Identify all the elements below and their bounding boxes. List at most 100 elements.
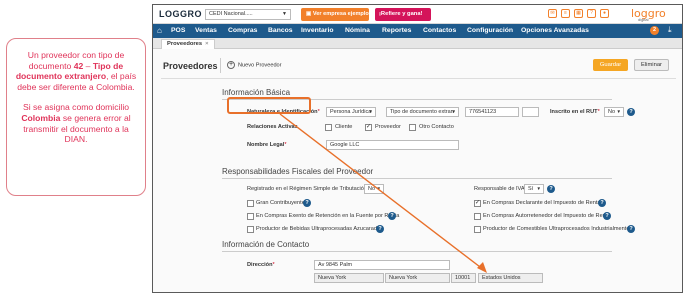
help-icon[interactable]: ? xyxy=(303,199,311,207)
company-name: CEDI Nacional..... xyxy=(209,11,253,17)
user-icon[interactable]: ● xyxy=(600,9,609,18)
app-logo: LOGGRO xyxy=(159,9,202,19)
close-icon[interactable]: × xyxy=(205,41,208,47)
notes-icon[interactable]: ≡ xyxy=(561,9,570,18)
nav-item-bancos[interactable]: Bancos xyxy=(268,27,293,34)
view-demo-company-button[interactable]: ▣ Ver empresa ejemplo xyxy=(301,8,369,21)
help-icon[interactable]: ? xyxy=(627,108,635,116)
briefcase-icon: ▣ xyxy=(306,11,313,17)
chevron-down-icon: ▼ xyxy=(616,109,621,114)
state-field[interactable]: Nueva York xyxy=(385,273,450,283)
brand-sub: digital xyxy=(638,17,649,22)
refer-and-win-button[interactable]: ¡Refiere y gana! xyxy=(375,8,431,21)
help-icon[interactable]: ? xyxy=(547,185,555,193)
top-bar: LOGGRO CEDI Nacional..... ▼ ▣ Ver empresa… xyxy=(153,5,682,24)
required-mark: * xyxy=(317,109,320,115)
declarante-renta-checkbox[interactable]: ✓ xyxy=(474,200,481,207)
exento-retencion-checkbox[interactable] xyxy=(247,213,254,220)
note-text: Si se asigna como domicilio xyxy=(22,102,130,113)
nav-item-pos[interactable]: POS xyxy=(171,27,185,34)
city-field[interactable]: Nueva York xyxy=(314,273,384,283)
divider xyxy=(161,78,676,79)
form-panel: Proveedores + Nuevo Proveedor Guardar Eli… xyxy=(153,49,682,292)
nav-item-configuracion[interactable]: Configuración xyxy=(467,27,513,34)
legal-name-input[interactable]: Google LLC xyxy=(326,140,459,150)
select-value: No xyxy=(608,109,616,115)
country-field[interactable]: Estados Unidos xyxy=(478,273,543,283)
bebidas-azucaradas-label: Productor de Bebidas Ultraprocesadas Azu… xyxy=(256,226,383,232)
bebidas-azucaradas-checkbox[interactable] xyxy=(247,226,254,233)
id-number-input[interactable]: 776541123 xyxy=(465,107,519,117)
new-supplier-button[interactable]: + Nuevo Proveedor xyxy=(227,61,282,69)
select-value: Sí xyxy=(528,186,534,192)
chevron-down-icon: ▼ xyxy=(282,11,287,17)
address-input[interactable]: Av 9845 Palm xyxy=(314,260,450,270)
nav-item-opciones-avanzadas[interactable]: Opciones Avanzadas xyxy=(521,27,589,34)
note-paragraph-1: Un proveedor con tipo de documento 42 – … xyxy=(13,50,139,92)
simple-regime-select[interactable]: No ▼ xyxy=(364,184,384,194)
help-icon[interactable]: ? xyxy=(598,199,606,207)
plus-icon: + xyxy=(227,61,235,69)
zip-field[interactable]: 10001 xyxy=(451,273,476,283)
demo-button-label: Ver empresa ejemplo xyxy=(312,11,369,17)
main-nav: ⌂ POS Ventas Compras Bancos Inventario N… xyxy=(153,24,682,38)
delete-button[interactable]: Eliminar xyxy=(634,59,669,71)
comestibles-ultraprocesados-checkbox[interactable] xyxy=(474,226,481,233)
nav-item-reportes[interactable]: Reportes xyxy=(382,27,411,34)
chevron-down-icon: ▼ xyxy=(451,109,456,114)
help-icon[interactable]: ? xyxy=(587,9,596,18)
help-icon[interactable]: ? xyxy=(388,212,396,220)
chevron-down-icon: ▼ xyxy=(536,186,541,191)
section-heading-contact: Información de Contacto xyxy=(222,240,310,249)
company-selector[interactable]: CEDI Nacional..... ▼ xyxy=(205,9,291,20)
section-heading-fiscal: Responsabilidades Fiscales del Proveedor xyxy=(222,167,374,176)
otro-contacto-checkbox[interactable] xyxy=(409,124,416,131)
nav-item-contactos[interactable]: Contactos xyxy=(423,27,456,34)
direccion-label: Dirección* xyxy=(247,262,275,268)
proveedor-checkbox[interactable]: ✓ xyxy=(365,124,372,131)
help-icon[interactable]: ? xyxy=(603,212,611,220)
document-type-select[interactable]: Tipo de documento extran ▼ xyxy=(386,107,459,117)
comestibles-ultraprocesados-label: Productor de Comestibles Ultraprocesados… xyxy=(483,226,630,232)
calendar-icon[interactable]: ▦ xyxy=(574,9,583,18)
verification-digit-input[interactable] xyxy=(522,107,539,117)
tab-label: Proveedores xyxy=(167,41,203,47)
rut-select[interactable]: No ▼ xyxy=(604,107,624,117)
tab-proveedores[interactable]: Proveedores × xyxy=(161,39,215,49)
label-text: Nombre Legal xyxy=(247,142,285,148)
naturaleza-select[interactable]: Persona Jurídica ▼ xyxy=(326,107,376,117)
select-value: Persona Jurídica xyxy=(330,109,372,115)
nav-item-ventas[interactable]: Ventas xyxy=(195,27,217,34)
iva-select[interactable]: Sí ▼ xyxy=(524,184,544,194)
note-text: – xyxy=(83,60,93,71)
cliente-label: Cliente xyxy=(335,124,353,130)
required-mark: * xyxy=(272,262,275,268)
home-icon[interactable]: ⌂ xyxy=(157,26,162,35)
cliente-checkbox[interactable] xyxy=(325,124,332,131)
chat-icon[interactable]: ✉ xyxy=(548,9,557,18)
simple-regime-label: Registrado en el Régimen Simple de Tribu… xyxy=(247,186,368,192)
chevron-down-icon: ▼ xyxy=(368,109,373,114)
label-text: Dirección xyxy=(247,262,273,268)
select-value: Tipo de documento extran xyxy=(390,109,454,115)
relaciones-label: Relaciones Activas xyxy=(247,124,298,130)
otro-contacto-label: Otro Contacto xyxy=(419,124,454,130)
rut-label: Inscrito en el RUT* xyxy=(550,109,600,115)
app-window: LOGGRO CEDI Nacional..... ▼ ▣ Ver empresa… xyxy=(152,4,683,293)
autorretenedor-renta-checkbox[interactable] xyxy=(474,213,481,220)
gran-contribuyente-checkbox[interactable] xyxy=(247,200,254,207)
download-icon[interactable]: ⤓ xyxy=(668,25,672,35)
nombre-legal-label: Nombre Legal* xyxy=(247,142,287,148)
select-value: No xyxy=(368,186,376,192)
help-icon[interactable]: ? xyxy=(627,225,635,233)
notification-badge[interactable]: 2 xyxy=(650,26,659,35)
nav-item-nomina[interactable]: Nómina xyxy=(345,27,370,34)
save-button[interactable]: Guardar xyxy=(593,59,628,71)
help-icon[interactable]: ? xyxy=(376,225,384,233)
nav-item-inventario[interactable]: Inventario xyxy=(301,27,333,34)
info-note: Un proveedor con tipo de documento 42 – … xyxy=(6,38,146,196)
note-doc-code: 42 xyxy=(73,60,84,71)
iva-label: Responsable de IVA xyxy=(474,186,525,192)
nav-item-compras[interactable]: Compras xyxy=(228,27,257,34)
required-mark: * xyxy=(597,109,600,115)
